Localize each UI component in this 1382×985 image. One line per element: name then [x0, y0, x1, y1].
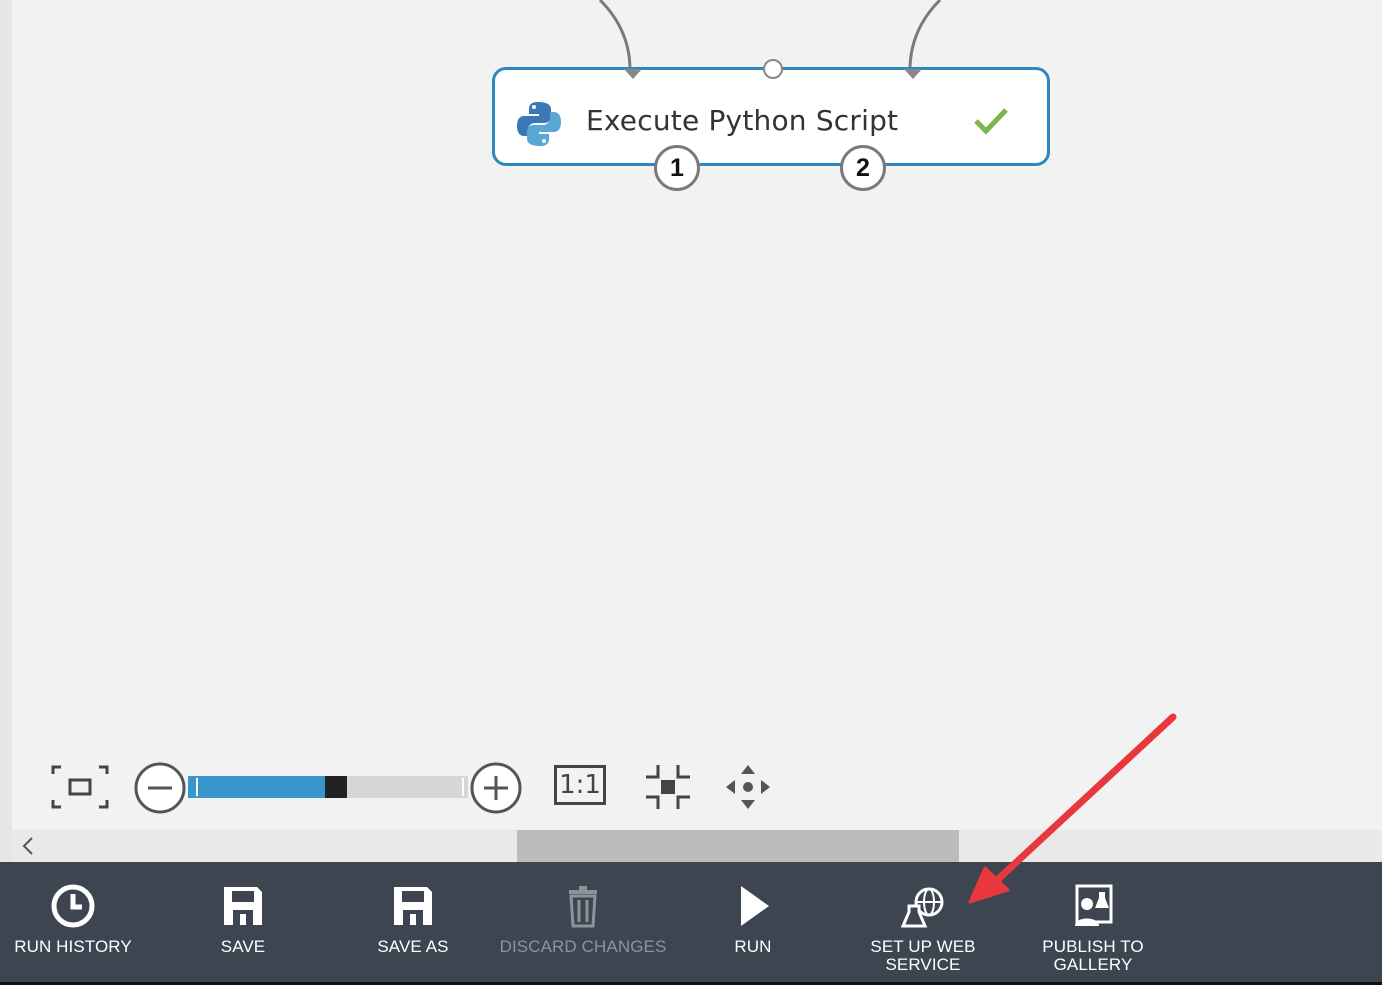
set-up-web-service-button[interactable]: SET UP WEB SERVICE — [838, 862, 1008, 982]
connection-line-left — [598, 0, 632, 71]
run-history-label: RUN HISTORY — [14, 937, 132, 956]
run-history-button[interactable]: RUN HISTORY — [0, 862, 158, 982]
zoom-in-icon[interactable] — [469, 761, 523, 815]
publish-to-gallery-button[interactable]: PUBLISH TO GALLERY — [1008, 862, 1178, 982]
run-button[interactable]: RUN — [668, 862, 838, 982]
pan-icon[interactable] — [724, 763, 772, 811]
save-as-label: SAVE AS — [377, 937, 449, 956]
zoom-slider-fill — [188, 776, 325, 798]
run-label: RUN — [734, 937, 772, 956]
left-rail — [0, 0, 12, 862]
chevron-left-icon[interactable] — [20, 836, 36, 856]
zoom-slider-min-tick — [196, 778, 198, 796]
output-port-1[interactable]: 1 — [654, 145, 700, 191]
input-port-1-arrow-icon[interactable] — [623, 68, 643, 80]
python-logo-icon — [517, 102, 561, 146]
publish-to-gallery-label: PUBLISH TO GALLERY — [1042, 937, 1144, 974]
connection-line-right — [908, 0, 942, 71]
floppy-disk-icon — [394, 887, 432, 925]
zoom-to-fit-selection-icon[interactable] — [644, 763, 692, 811]
floppy-disk-icon — [224, 887, 262, 925]
module-title: Execute Python Script — [586, 104, 899, 137]
execute-python-script-module[interactable]: Execute Python Script 1 2 — [492, 59, 1050, 191]
zoom-slider-thumb[interactable] — [325, 776, 347, 798]
output-port-2[interactable]: 2 — [840, 145, 886, 191]
horizontal-scrollbar[interactable] — [12, 830, 1382, 862]
zoom-out-icon[interactable] — [133, 761, 187, 815]
actual-size-button[interactable]: 1:1 — [554, 765, 606, 805]
zoom-controls: 1:1 — [0, 755, 800, 819]
gallery-icon — [1075, 884, 1113, 926]
fit-to-screen-icon[interactable] — [50, 764, 110, 810]
trash-icon — [569, 886, 597, 928]
input-port-2-arrow-icon[interactable] — [903, 68, 923, 80]
input-port-top[interactable] — [763, 59, 783, 79]
discard-changes-button[interactable]: DISCARD CHANGES — [498, 862, 668, 982]
zoom-slider-max-tick — [462, 778, 464, 796]
save-button[interactable]: SAVE — [158, 862, 328, 982]
bottom-command-bar: RUN HISTORY SAVE SAVE AS DISCARD CHANGES — [0, 862, 1382, 985]
success-check-icon — [974, 108, 1008, 135]
zoom-slider[interactable] — [188, 776, 468, 798]
discard-changes-label: DISCARD CHANGES — [499, 937, 667, 956]
save-as-button[interactable]: SAVE AS — [328, 862, 498, 982]
play-icon — [741, 886, 769, 926]
clock-icon — [51, 884, 95, 928]
web-service-icon — [900, 887, 944, 928]
horizontal-scrollbar-thumb[interactable] — [517, 830, 959, 862]
save-label: SAVE — [220, 937, 266, 956]
set-up-web-service-label: SET UP WEB SERVICE — [870, 937, 976, 974]
